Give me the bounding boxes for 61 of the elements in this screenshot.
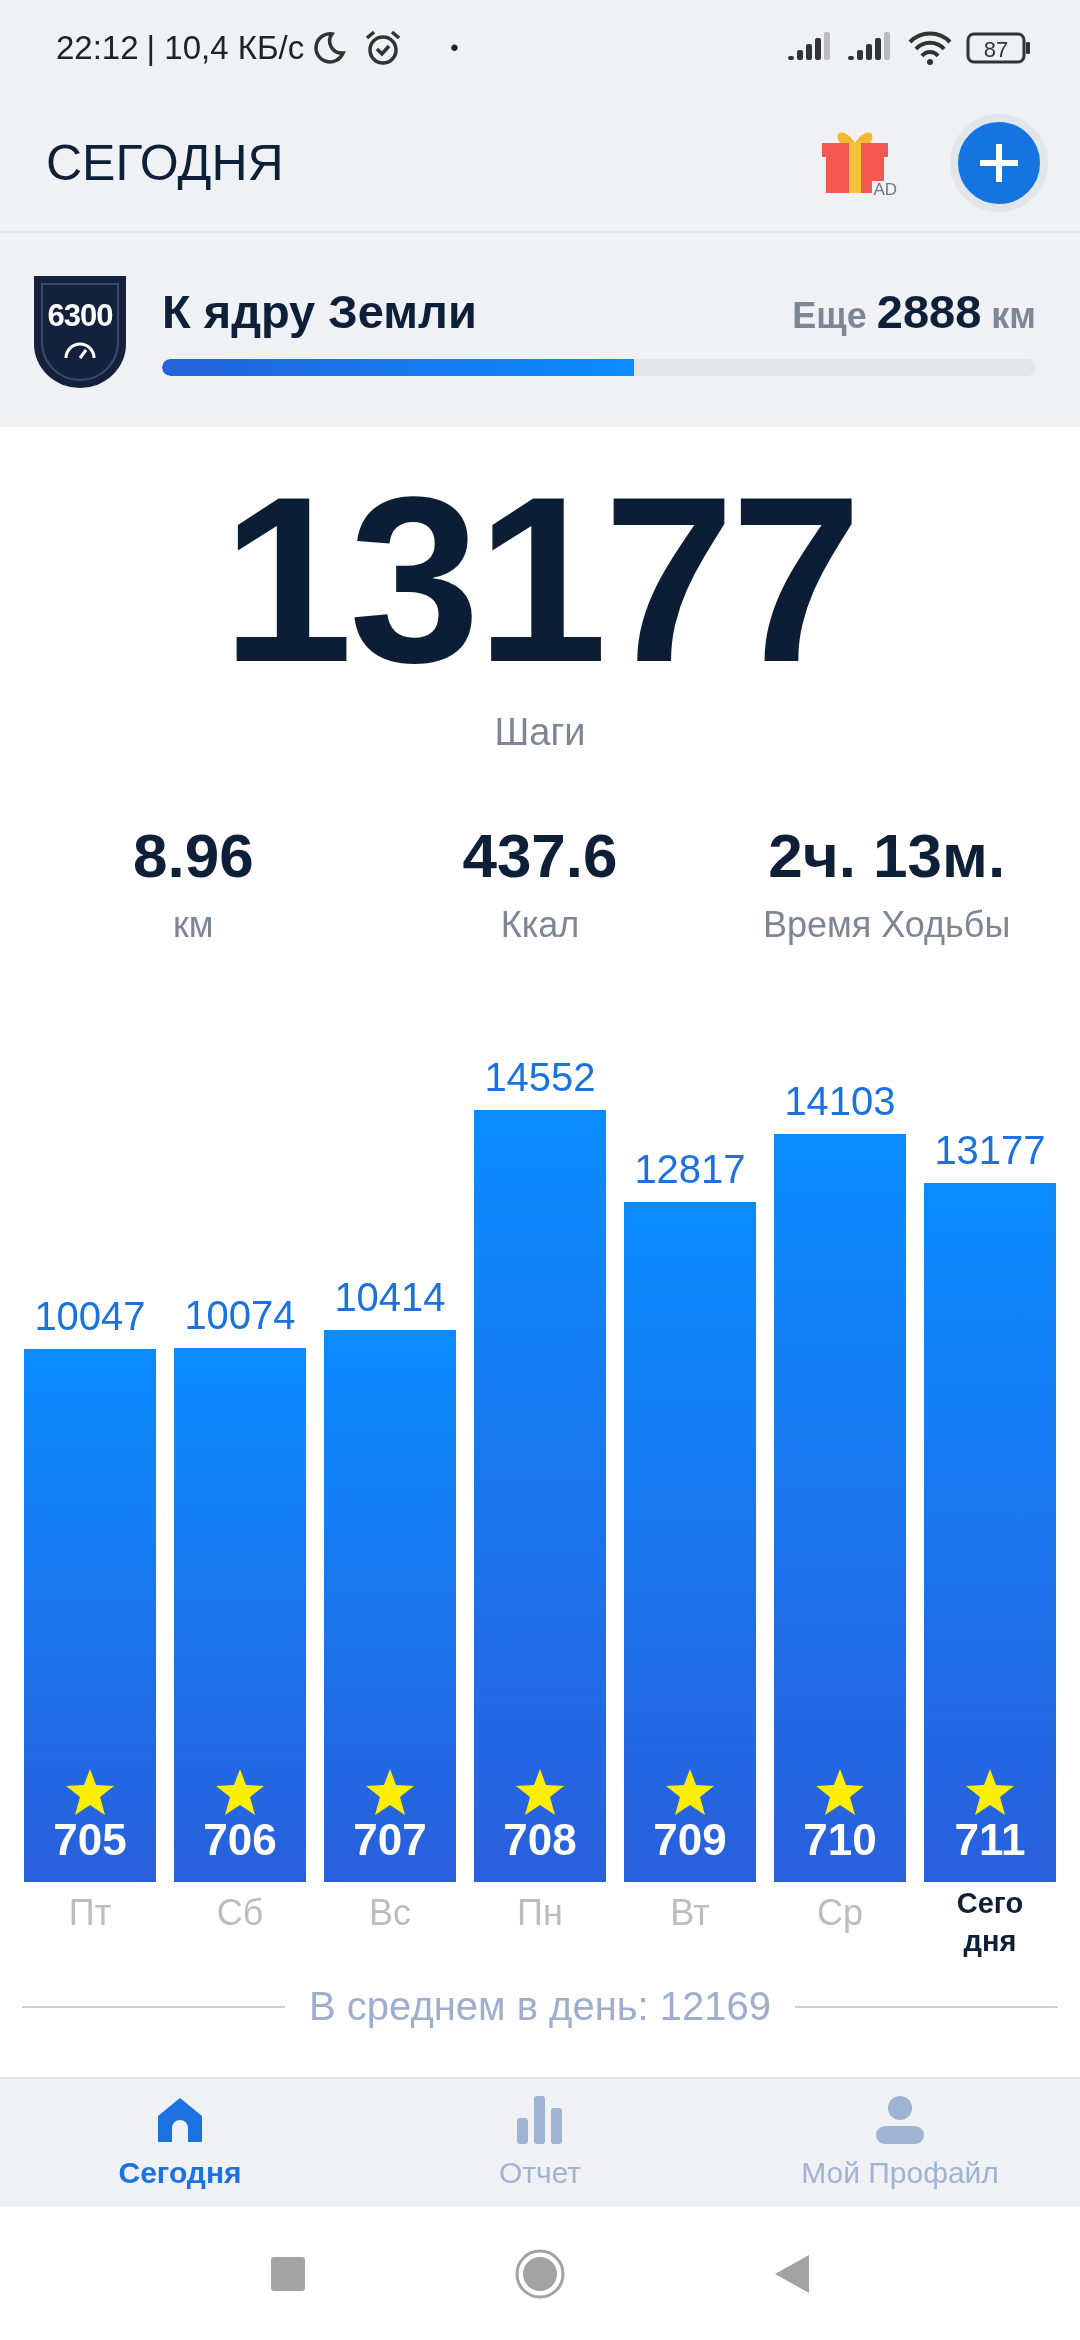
bar-value-label: 13177: [933, 1127, 1047, 1173]
day-label: Вс: [369, 1892, 411, 1935]
star-icon: [815, 1768, 865, 1816]
stat-value: 8.96: [133, 820, 254, 892]
day-bar[interactable]: 705: [24, 1349, 156, 1882]
star-icon: [515, 1768, 565, 1816]
bar-badge-number: 706: [203, 1816, 277, 1864]
bar-badge-number: 710: [803, 1816, 877, 1864]
day-label: Ср: [817, 1892, 863, 1935]
gift-ad-button[interactable]: AD: [820, 127, 898, 199]
bar-badge-number: 711: [954, 1816, 1026, 1864]
bar-badge-number: 707: [353, 1816, 427, 1864]
day-bar[interactable]: 706: [174, 1347, 306, 1882]
network-speed: | 10,4 КБ/с: [146, 28, 305, 67]
day-label: Сегодня: [956, 1886, 1024, 1959]
bar-value-label: 10414: [333, 1274, 447, 1320]
star-icon: [665, 1768, 715, 1816]
alarm-clock-icon: [364, 28, 403, 67]
bar-badge-number: 708: [503, 1816, 577, 1864]
bar-value-label: 14103: [783, 1078, 897, 1124]
stat-label: Ккал: [500, 904, 580, 946]
plus-icon: [978, 142, 1020, 184]
day-bar[interactable]: 709: [624, 1202, 756, 1882]
bar-chart-icon: [517, 2096, 563, 2144]
day-label: Вт: [670, 1892, 710, 1935]
status-time: 22:12: [56, 28, 139, 67]
bar-badge-number: 709: [653, 1816, 727, 1864]
bar-value-label: 10074: [183, 1292, 297, 1338]
moon-icon: [312, 30, 347, 65]
day-label: Сб: [216, 1892, 264, 1935]
star-icon: [65, 1768, 115, 1816]
remaining-prefix: Еще: [792, 295, 867, 337]
step-count: 13177: [221, 461, 859, 697]
remaining-distance: 2888: [876, 284, 982, 339]
bar-value-label: 12817: [633, 1147, 747, 1193]
stat-label: Время Ходьбы: [762, 904, 1011, 946]
person-icon: [876, 2096, 924, 2144]
notification-dot: •: [450, 33, 459, 62]
day-label: Пн: [517, 1892, 563, 1935]
day-bar[interactable]: 711: [924, 1182, 1056, 1882]
page-title: СЕГОДНЯ: [46, 134, 285, 192]
bar-badge-number: 705: [53, 1816, 127, 1864]
stat-label: км: [173, 904, 214, 946]
bar-value-label: 10047: [33, 1294, 147, 1339]
star-icon: [215, 1768, 265, 1816]
daily-average: В среднем в день: 12169: [309, 1984, 771, 2029]
goal-title: К ядру Земли: [162, 284, 478, 339]
day-label: Пт: [68, 1892, 112, 1935]
stat-value: 437.6: [462, 820, 618, 892]
day-bar[interactable]: 707: [324, 1329, 456, 1882]
star-icon: [365, 1768, 415, 1816]
wifi-icon: [908, 30, 952, 65]
star-icon: [965, 1768, 1015, 1816]
remaining-unit: км: [991, 295, 1036, 337]
stat-value: 2ч. 13м.: [768, 820, 1006, 892]
home-icon: [156, 2096, 204, 2144]
day-bar[interactable]: 708: [474, 1110, 606, 1882]
nav-tab[interactable]: Сегодня: [0, 2079, 360, 2207]
bar-value-label: 14552: [483, 1055, 597, 1100]
steps-label: Шаги: [494, 711, 586, 754]
day-bar[interactable]: 710: [774, 1133, 906, 1882]
